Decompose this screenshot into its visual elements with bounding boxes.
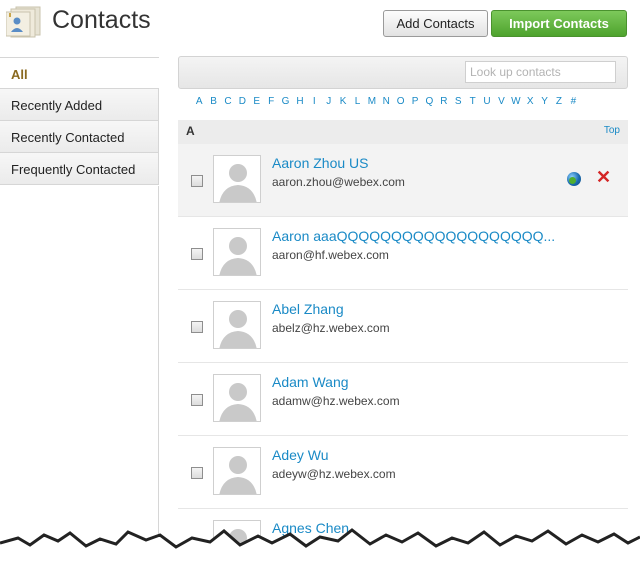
person-silhouette-icon [214, 156, 260, 202]
alphabet-letter-link[interactable]: S [451, 96, 465, 107]
top-link[interactable]: Top [604, 125, 620, 136]
contact-checkbox[interactable] [191, 394, 203, 406]
section-letter: A [186, 124, 195, 138]
alphabet-letter-link[interactable]: # [566, 96, 580, 107]
contact-row[interactable]: Adam Wang adamw@hz.webex.com [178, 363, 628, 436]
contacts-book-icon [6, 6, 41, 38]
alphabet-letter-link[interactable]: U [480, 96, 494, 107]
contact-row[interactable]: Adey Wu adeyw@hz.webex.com [178, 436, 628, 509]
sidebar-item-recently-added[interactable]: Recently Added [0, 89, 159, 121]
delete-x-icon[interactable]: ✕ [596, 168, 611, 186]
avatar [213, 228, 261, 276]
contact-row[interactable]: Aaron Zhou US aaron.zhou@webex.com ✕ [178, 144, 628, 217]
alphabet-letter-link[interactable]: P [408, 96, 422, 107]
alphabet-letter-link[interactable]: Z [552, 96, 566, 107]
contact-list: Aaron Zhou US aaron.zhou@webex.com ✕ Aar… [178, 144, 628, 564]
alphabet-letter-link[interactable]: E [250, 96, 264, 107]
sidebar-item-all[interactable]: All [0, 57, 159, 89]
sidebar-item-frequently-contacted[interactable]: Frequently Contacted [0, 153, 159, 185]
alphabet-letter-link[interactable]: X [523, 96, 537, 107]
search-input[interactable] [465, 61, 616, 83]
person-silhouette-icon [214, 302, 260, 348]
avatar [213, 301, 261, 349]
globe-icon[interactable] [567, 172, 581, 186]
sidebar-item-recently-contacted[interactable]: Recently Contacted [0, 121, 159, 153]
avatar [213, 447, 261, 495]
person-silhouette-icon [214, 229, 260, 275]
contact-name[interactable]: Adey Wu [272, 447, 329, 463]
contact-email: aaron.zhou@webex.com [272, 175, 405, 189]
avatar [213, 374, 261, 422]
search-bar [178, 56, 628, 89]
alphabet-letter-link[interactable]: T [465, 96, 479, 107]
alphabet-letter-link[interactable]: L [350, 96, 364, 107]
section-header: A Top [178, 120, 628, 144]
contact-checkbox[interactable] [191, 467, 203, 479]
alphabet-letter-link[interactable]: W [509, 96, 523, 107]
person-silhouette-icon [214, 448, 260, 494]
contact-email: abelz@hz.webex.com [272, 321, 390, 335]
avatar [213, 155, 261, 203]
alphabet-letter-link[interactable]: K [336, 96, 350, 107]
alphabet-letter-link[interactable]: Y [537, 96, 551, 107]
alphabet-letter-link[interactable]: J [322, 96, 336, 107]
import-contacts-button[interactable]: Import Contacts [491, 10, 627, 37]
contact-row[interactable]: Aaron aaaQQQQQQQQQQQQQQQQQQQ... aaron@hf… [178, 217, 628, 290]
alphabet-letter-link[interactable]: R [437, 96, 451, 107]
contact-checkbox[interactable] [191, 321, 203, 333]
alphabet-letter-link[interactable]: D [235, 96, 249, 107]
contact-row[interactable]: Abel Zhang abelz@hz.webex.com [178, 290, 628, 363]
page-title: Contacts [52, 6, 151, 34]
alphabet-letter-link[interactable]: B [206, 96, 220, 107]
person-silhouette-icon [214, 375, 260, 421]
alphabet-letter-link[interactable]: C [221, 96, 235, 107]
contact-name[interactable]: Abel Zhang [272, 301, 344, 317]
alphabet-letter-link[interactable]: F [264, 96, 278, 107]
contact-name[interactable]: Aaron Zhou US [272, 155, 369, 171]
contact-name[interactable]: Aaron aaaQQQQQQQQQQQQQQQQQQQ... [272, 228, 555, 244]
alphabet-letter-link[interactable]: H [293, 96, 307, 107]
alphabet-letter-link[interactable]: V [494, 96, 508, 107]
alphabet-letter-link[interactable]: N [379, 96, 393, 107]
contact-email: aaron@hf.webex.com [272, 248, 389, 262]
alphabet-letter-link[interactable]: Q [422, 96, 436, 107]
alphabet-filter: A B C D E F G H I J K L M N O P Q R S T U V W X Y Z # [192, 96, 581, 107]
alphabet-letter-link[interactable]: M [365, 96, 379, 107]
torn-edge-decoration [0, 528, 640, 564]
contact-email: adeyw@hz.webex.com [272, 467, 396, 481]
contact-checkbox[interactable] [191, 248, 203, 260]
alphabet-letter-link[interactable]: I [307, 96, 321, 107]
contact-name[interactable]: Adam Wang [272, 374, 349, 390]
alphabet-letter-link[interactable]: G [278, 96, 292, 107]
add-contacts-button[interactable]: Add Contacts [383, 10, 488, 37]
contact-checkbox[interactable] [191, 175, 203, 187]
sidebar: All Recently Added Recently Contacted Fr… [0, 57, 159, 185]
contact-email: adamw@hz.webex.com [272, 394, 400, 408]
alphabet-letter-link[interactable]: A [192, 96, 206, 107]
alphabet-letter-link[interactable]: O [393, 96, 407, 107]
content-divider [158, 186, 159, 546]
